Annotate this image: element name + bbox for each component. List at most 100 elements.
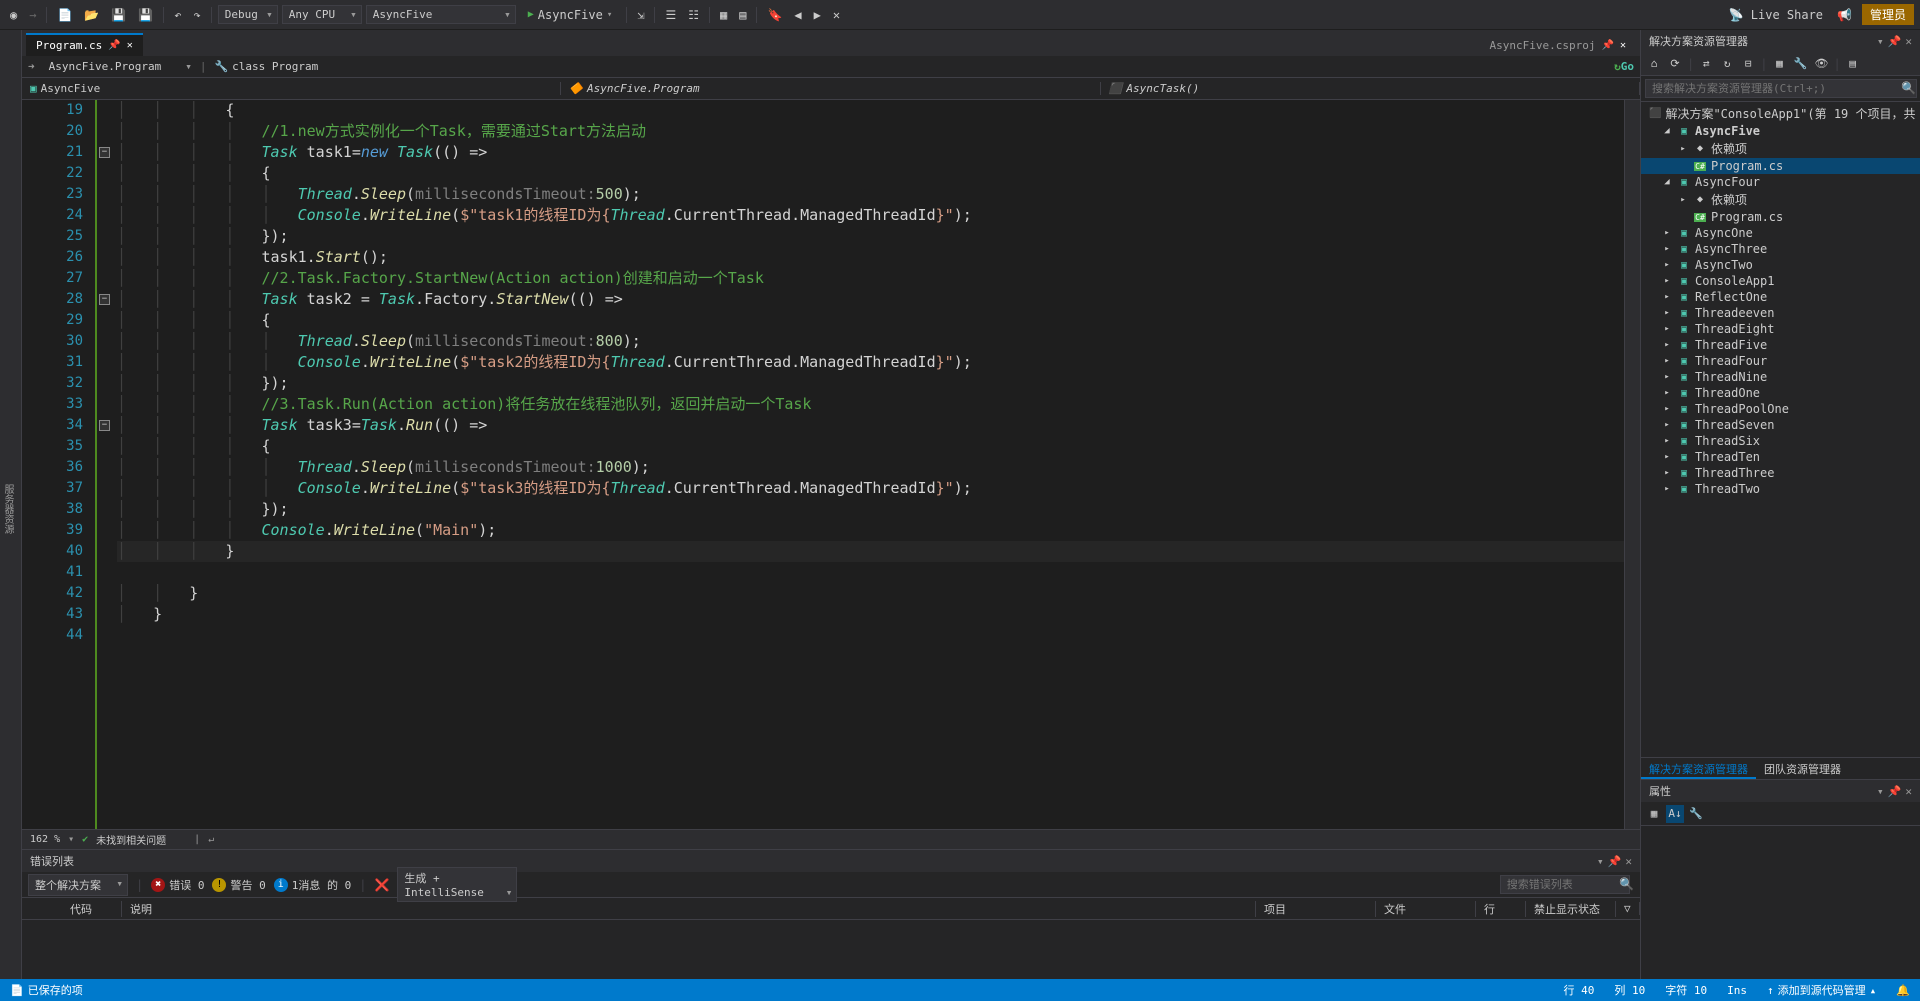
code-line[interactable]: │ │ │ │ //1.new方式实例化一个Task，需要通过Start方法启动 — [117, 121, 1624, 142]
clear-filter-icon[interactable]: ❌ — [374, 878, 389, 892]
col-file[interactable]: 文件 — [1376, 901, 1476, 917]
code-line[interactable]: │ │ │ } — [117, 541, 1624, 562]
pin-icon[interactable]: 📌 — [1888, 35, 1902, 48]
solution-tree[interactable]: ⬛解决方案"ConsoleApp1"(第 19 个项目，共 19 个)◢▣Asy… — [1641, 102, 1920, 757]
bookmark-prev-icon[interactable]: ◀ — [790, 6, 805, 24]
tree-item-consoleapp1[interactable]: ▸▣ConsoleApp1 — [1641, 273, 1920, 289]
tree-item-threadnine[interactable]: ▸▣ThreadNine — [1641, 369, 1920, 385]
tab-csproj[interactable]: AsyncFive.csproj 📌 ✕ — [1480, 33, 1636, 56]
member-dropdown[interactable]: ⬛AsyncTask() — [1101, 82, 1640, 95]
fold-toggle[interactable]: − — [99, 420, 110, 431]
new-file-icon[interactable]: 📄 — [53, 6, 76, 24]
pin-icon[interactable]: 📌 — [1888, 785, 1902, 798]
go-button[interactable]: ↻Go — [1608, 60, 1640, 73]
tool-icon-1[interactable]: ☰ — [661, 6, 680, 24]
fold-toggle[interactable]: − — [99, 294, 110, 305]
close-icon[interactable]: ✕ — [1905, 35, 1912, 48]
navigate-back-icon[interactable]: ◉ — [6, 6, 21, 24]
props-page-icon[interactable]: 🔧 — [1687, 805, 1705, 823]
line-indicator[interactable]: 行 40 — [1564, 982, 1595, 998]
tree-item-program-cs[interactable]: C#Program.cs — [1641, 158, 1920, 174]
config-dropdown[interactable]: Debug — [218, 5, 278, 24]
nav-arrow-icon[interactable]: ➜ — [22, 60, 41, 73]
tree-item-asyncfour[interactable]: ◢▣AsyncFour — [1641, 174, 1920, 190]
zoom-level[interactable]: 162 % — [30, 834, 60, 845]
col-project[interactable]: 项目 — [1256, 901, 1376, 917]
tree-item-threadone[interactable]: ▸▣ThreadOne — [1641, 385, 1920, 401]
dropdown-icon[interactable]: ▾ — [1877, 785, 1884, 798]
code-line[interactable]: │ │ │ │ { — [117, 310, 1624, 331]
collapse-all-icon[interactable]: ⊟ — [1739, 55, 1757, 73]
undo-icon[interactable]: ↶ — [170, 6, 185, 24]
messages-filter-button[interactable]: i1消息 的 0 — [274, 877, 352, 893]
save-icon[interactable]: 💾 — [107, 6, 130, 24]
tree-item-asynctwo[interactable]: ▸▣AsyncTwo — [1641, 257, 1920, 273]
code-line[interactable]: │ │ │ │ }); — [117, 373, 1624, 394]
dropdown-icon[interactable]: ▾ — [1597, 855, 1604, 868]
code-line[interactable]: │ │ │ │ │ Console.WriteLine($"task1的线程ID… — [117, 205, 1624, 226]
tab-solution-explorer[interactable]: 解决方案资源管理器 — [1641, 758, 1756, 779]
home-icon[interactable]: ⌂ — [1645, 55, 1663, 73]
code-line[interactable]: │ } — [117, 604, 1624, 625]
dropdown-icon[interactable]: ▾ — [1877, 35, 1884, 48]
code-line[interactable]: │ │ │ │ task1.Start(); — [117, 247, 1624, 268]
code-line[interactable]: │ │ │ │ }); — [117, 499, 1624, 520]
col-indicator[interactable]: 列 10 — [1614, 982, 1645, 998]
build-filter-dropdown[interactable]: 生成 + IntelliSense — [397, 867, 517, 902]
platform-dropdown[interactable]: Any CPU — [282, 5, 362, 24]
tree-item-threadten[interactable]: ▸▣ThreadTen — [1641, 449, 1920, 465]
feedback-icon[interactable]: 📢 — [1833, 6, 1856, 24]
filter-icon[interactable]: ▽ — [1616, 902, 1640, 915]
code-line[interactable]: │ │ │ { — [117, 100, 1624, 121]
minimap[interactable] — [1624, 100, 1640, 829]
tree-item-asyncthree[interactable]: ▸▣AsyncThree — [1641, 241, 1920, 257]
warnings-filter-button[interactable]: !警告 0 — [212, 877, 265, 893]
tree-item----[interactable]: ▸◆依赖项 — [1641, 190, 1920, 209]
col-code[interactable]: 代码 — [62, 901, 122, 917]
start-debug-button[interactable]: ▶ AsyncFive ▾ — [520, 6, 620, 24]
close-icon[interactable]: ✕ — [1905, 785, 1912, 798]
preview-icon[interactable]: 👁 — [1812, 55, 1830, 73]
source-control-button[interactable]: ↑ 添加到源代码管理 ▴ — [1767, 982, 1876, 998]
refresh-icon[interactable]: ↻ — [1718, 55, 1736, 73]
code-line[interactable]: │ │ │ │ //2.Task.Factory.StartNew(Action… — [117, 268, 1624, 289]
col-desc[interactable]: 说明 — [122, 901, 1256, 917]
tree-item-program-cs[interactable]: C#Program.cs — [1641, 209, 1920, 225]
char-indicator[interactable]: 字符 10 — [1665, 982, 1707, 998]
code-line[interactable] — [117, 562, 1624, 583]
pin-icon[interactable]: 📌 — [1608, 855, 1622, 868]
properties-icon[interactable]: 🔧 — [1791, 55, 1809, 73]
bookmark-next-icon[interactable]: ▶ — [810, 6, 825, 24]
tree-item-threadsix[interactable]: ▸▣ThreadSix — [1641, 433, 1920, 449]
code-line[interactable]: │ │ │ │ │ Thread.Sleep(millisecondsTimeo… — [117, 331, 1624, 352]
code-line[interactable]: │ │ │ │ { — [117, 163, 1624, 184]
tree-item-reflectone[interactable]: ▸▣ReflectOne — [1641, 289, 1920, 305]
categorize-icon[interactable]: ▦ — [1645, 805, 1663, 823]
tree-item-threadeight[interactable]: ▸▣ThreadEight — [1641, 321, 1920, 337]
code-line[interactable]: │ │ } — [117, 583, 1624, 604]
redo-icon[interactable]: ↷ — [190, 6, 205, 24]
type-dropdown[interactable]: 🔶AsyncFive.Program — [561, 82, 1100, 95]
filter-icon[interactable]: ▤ — [1844, 55, 1862, 73]
code-line[interactable]: │ │ │ │ Console.WriteLine("Main"); — [117, 520, 1624, 541]
tool-icon-4[interactable]: ▤ — [735, 6, 750, 24]
tree-item-threadfive[interactable]: ▸▣ThreadFive — [1641, 337, 1920, 353]
code-line[interactable]: │ │ │ │ }); — [117, 226, 1624, 247]
tool-icon-3[interactable]: ▦ — [716, 6, 731, 24]
col-suppress[interactable]: 禁止显示状态 — [1526, 901, 1616, 917]
switch-view-icon[interactable]: ⟳ — [1666, 55, 1684, 73]
code-line[interactable]: │ │ │ │ Task task2 = Task.Factory.StartN… — [117, 289, 1624, 310]
step-icon[interactable]: ⇲ — [633, 6, 648, 24]
errors-filter-button[interactable]: ✖错误 0 — [151, 877, 204, 893]
show-all-icon[interactable]: ▦ — [1770, 55, 1788, 73]
error-search-input[interactable] — [1500, 875, 1630, 894]
code-line[interactable]: │ │ │ │ │ Console.WriteLine($"task3的线程ID… — [117, 478, 1624, 499]
open-icon[interactable]: 📂 — [80, 6, 103, 24]
left-tool-strip[interactable]: 服务器资源 — [0, 30, 22, 979]
tree-item----[interactable]: ▸◆依赖项 — [1641, 139, 1920, 158]
close-icon[interactable]: ✕ — [127, 40, 133, 51]
live-share-button[interactable]: 📡 Live Share — [1725, 6, 1827, 24]
code-line[interactable]: │ │ │ │ Task task3=Task.Run(() => — [117, 415, 1624, 436]
tree-item-threadthree[interactable]: ▸▣ThreadThree — [1641, 465, 1920, 481]
tree-item-asyncone[interactable]: ▸▣AsyncOne — [1641, 225, 1920, 241]
